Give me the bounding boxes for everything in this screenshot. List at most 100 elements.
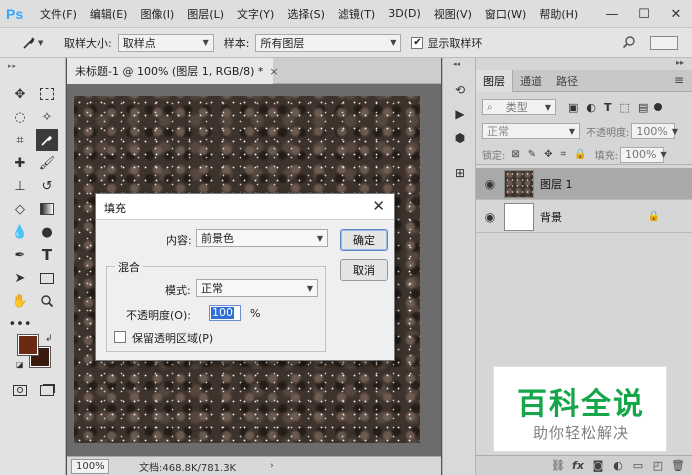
content-select[interactable]: 前景色 ▼ xyxy=(196,229,328,247)
document-tab[interactable]: 未标题-1 @ 100% (图层 1, RGB/8) * × xyxy=(67,58,279,84)
quick-mask-icon[interactable] xyxy=(9,379,31,401)
clone-stamp-tool-icon[interactable]: ⊥ xyxy=(9,175,31,197)
ok-button[interactable]: 确定 xyxy=(340,229,388,251)
opacity-input[interactable]: 100 xyxy=(209,305,241,321)
3d-panel-icon[interactable]: ⬢ xyxy=(449,128,471,148)
crop-tool-icon[interactable]: ⌗ xyxy=(9,129,31,151)
menu-type[interactable]: 文字(Y) xyxy=(237,6,274,22)
close-window-button[interactable]: ✕ xyxy=(660,0,692,28)
path-selection-tool-icon[interactable]: ➤ xyxy=(9,267,31,289)
magic-wand-tool-icon[interactable]: ✧ xyxy=(36,106,58,128)
move-tool-icon[interactable]: ✥ xyxy=(9,83,31,105)
filter-type-icon[interactable]: T xyxy=(604,101,612,114)
workspace-icon[interactable] xyxy=(650,36,678,50)
close-panel-icon[interactable]: ▸▸ xyxy=(676,58,684,67)
cancel-button[interactable]: 取消 xyxy=(340,259,388,281)
filter-shape-icon[interactable]: ⬚ xyxy=(620,101,630,114)
sample-select[interactable]: 所有图层 ▼ xyxy=(255,33,402,52)
collapse-panels-icon[interactable]: ◂◂ xyxy=(453,60,460,68)
layer-filter-select[interactable]: ⌕ 类型 ▼ xyxy=(482,99,556,115)
rectangle-tool-icon[interactable] xyxy=(36,267,58,289)
menu-window[interactable]: 窗口(W) xyxy=(485,6,526,22)
dialog-titlebar[interactable]: 填充 ✕ xyxy=(96,194,394,220)
dodge-tool-icon[interactable]: ● xyxy=(36,221,58,243)
layer-style-icon[interactable]: fx xyxy=(568,459,588,472)
close-tab-icon[interactable]: × xyxy=(269,65,278,78)
tab-channels[interactable]: 通道 xyxy=(513,70,549,92)
adjustment-layer-icon[interactable]: ◐ xyxy=(608,459,628,472)
layer-row-background[interactable]: ◉ 背景 🔒 xyxy=(476,201,692,233)
search-icon[interactable] xyxy=(622,35,636,52)
zoom-tool-icon[interactable] xyxy=(36,290,58,312)
layer-blend-mode-select[interactable]: 正常 ▼ xyxy=(482,123,580,139)
trash-icon[interactable]: 🗑 xyxy=(668,459,688,472)
layer-name[interactable]: 图层 1 xyxy=(540,176,573,192)
lasso-tool-icon[interactable]: ◌ xyxy=(9,106,31,128)
minimize-button[interactable]: — xyxy=(596,0,628,28)
panel-menu-icon[interactable]: ≡ xyxy=(674,73,684,87)
menu-file[interactable]: 文件(F) xyxy=(40,6,77,22)
eye-icon[interactable]: ◉ xyxy=(476,210,504,224)
close-icon[interactable]: ✕ xyxy=(372,197,385,215)
menu-layer[interactable]: 图层(L) xyxy=(187,6,224,22)
marquee-tool-icon[interactable] xyxy=(36,83,58,105)
eyedropper-preset-icon[interactable]: ▼ xyxy=(22,36,48,50)
preserve-transparency-checkbox[interactable] xyxy=(114,331,126,343)
foreground-color-swatch[interactable] xyxy=(17,334,39,356)
swap-colors-icon[interactable]: ↲ xyxy=(45,334,53,344)
mode-select[interactable]: 正常 ▼ xyxy=(196,279,318,297)
lock-artboard-icon[interactable]: ⌗ xyxy=(561,149,567,160)
show-ring-checkbox[interactable]: ✔ xyxy=(411,36,424,49)
link-layers-icon[interactable]: ⛓ xyxy=(548,459,568,472)
lock-position-icon[interactable]: ✥ xyxy=(544,149,552,160)
hand-tool-icon[interactable]: ✋ xyxy=(9,290,31,312)
more-tools-icon[interactable]: ••• xyxy=(9,313,32,335)
menu-view[interactable]: 视图(V) xyxy=(434,6,472,22)
default-colors-icon[interactable]: ◪ xyxy=(16,360,24,369)
type-tool-icon[interactable]: T xyxy=(36,244,58,266)
properties-panel-icon[interactable]: ⊞ xyxy=(449,163,471,183)
options-bar: ▼ 取样大小: 取样点 ▼ 样本: 所有图层 ▼ ✔ 显示取样环 xyxy=(0,28,692,58)
new-layer-icon[interactable]: ◰ xyxy=(648,459,668,472)
actions-play-icon[interactable]: ▶ xyxy=(449,104,471,124)
tab-layers[interactable]: 图层 xyxy=(476,70,513,92)
blur-tool-icon[interactable]: 💧 xyxy=(9,221,31,243)
eyedropper-tool-icon[interactable] xyxy=(36,129,58,151)
new-group-icon[interactable]: ▭ xyxy=(628,459,648,472)
eye-icon[interactable]: ◉ xyxy=(476,177,504,191)
history-brush-tool-icon[interactable]: ↺ xyxy=(36,175,58,197)
pen-tool-icon[interactable]: ✒ xyxy=(9,244,31,266)
maximize-button[interactable]: ☐ xyxy=(628,0,660,28)
preserve-transparency-label[interactable]: 保留透明区域(P) xyxy=(132,330,213,346)
add-mask-icon[interactable]: ◙ xyxy=(588,459,608,472)
menu-help[interactable]: 帮助(H) xyxy=(539,6,578,22)
lock-image-icon[interactable]: ✎ xyxy=(528,149,536,160)
fill-field[interactable]: 100% ▼ xyxy=(620,146,667,163)
layer-opacity-field[interactable]: 100% ▼ xyxy=(631,123,678,139)
eraser-tool-icon[interactable]: ◇ xyxy=(9,198,31,220)
layer-row-layer1[interactable]: ◉ 图层 1 xyxy=(476,168,692,200)
menu-edit[interactable]: 编辑(E) xyxy=(90,6,128,22)
chevron-right-icon[interactable]: › xyxy=(270,461,274,471)
layer-name[interactable]: 背景 xyxy=(540,209,562,225)
healing-brush-tool-icon[interactable]: ✚ xyxy=(9,152,31,174)
filter-smart-object-icon[interactable]: ▤ xyxy=(638,101,648,114)
menu-filter[interactable]: 滤镜(T) xyxy=(338,6,375,22)
filter-adjustment-icon[interactable]: ◐ xyxy=(586,101,596,114)
history-panel-icon[interactable]: ⟲ xyxy=(449,80,471,100)
lock-all-icon[interactable]: 🔒 xyxy=(574,149,586,160)
screen-mode-icon[interactable] xyxy=(36,379,58,401)
filter-pixel-icon[interactable]: ▣ xyxy=(568,101,578,114)
mode-label: 模式: xyxy=(165,284,191,297)
gradient-tool-icon[interactable] xyxy=(36,198,58,220)
brush-tool-icon[interactable]: 🖌 xyxy=(36,152,58,174)
menu-select[interactable]: 选择(S) xyxy=(287,6,325,22)
lock-transparent-icon[interactable]: ⊠ xyxy=(511,149,519,160)
menu-3d[interactable]: 3D(D) xyxy=(388,7,421,20)
document-size-info[interactable]: 文档:468.8K/781.3K xyxy=(139,459,236,474)
zoom-level-field[interactable]: 100% xyxy=(71,458,109,474)
sample-size-select[interactable]: 取样点 ▼ xyxy=(117,33,214,52)
filter-toggle-icon[interactable] xyxy=(654,103,663,111)
tab-paths[interactable]: 路径 xyxy=(549,70,585,92)
menu-image[interactable]: 图像(I) xyxy=(140,6,174,22)
